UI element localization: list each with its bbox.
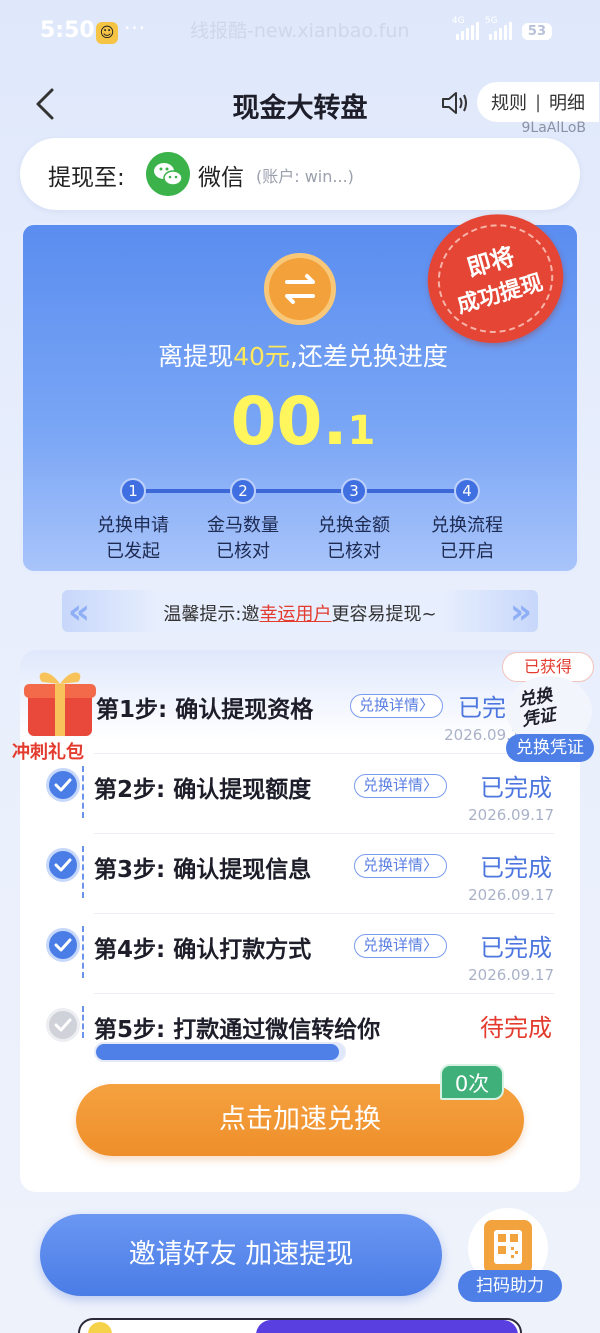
signal-5g-icon: 5G [485, 16, 512, 40]
check-icon [46, 928, 80, 962]
step5-progress-bar [94, 1042, 346, 1062]
check-icon [46, 848, 80, 882]
pending-check-icon [46, 1008, 80, 1042]
invite-friends-button[interactable]: 邀请好友 加速提现 [40, 1214, 442, 1296]
progress-value-main: 00. [230, 383, 348, 460]
exchange-icon [264, 253, 336, 325]
step-track [133, 489, 473, 493]
step-row-5-title: 第5步: 打款通过微信转给你 [94, 1017, 381, 1043]
withdraw-method: 微信 [198, 165, 244, 191]
rules-details-pill: 规则 | 明细 [477, 82, 599, 122]
step-row-4-date: 2026.09.17 [468, 966, 554, 984]
step-label-4-line2: 已开启 [440, 541, 494, 562]
sound-icon[interactable] [440, 88, 470, 118]
voucher-stamp-text: 兑换 凭证 [517, 685, 557, 730]
step-row-3-date: 2026.09.17 [468, 886, 554, 904]
scan-help-label[interactable]: 扫码助力 [458, 1270, 562, 1302]
tip-highlight-link[interactable]: 幸运用户 [259, 604, 331, 625]
step-label-2-line2: 已核对 [216, 541, 270, 562]
wechat-icon [146, 152, 190, 196]
signal-5g-label: 5G [484, 16, 498, 26]
step-row-4-detail-button[interactable]: 兑换详情〉 [354, 934, 448, 958]
step-label-3-line1: 兑换金额 [318, 515, 390, 536]
tip-banner: « » 温馨提示:邀幸运用户更容易提现~ [62, 590, 538, 632]
step-dot-4: 4 [454, 478, 480, 504]
step-row-4-status: 已完成 [480, 934, 552, 962]
step-dot-3: 3 [341, 478, 367, 504]
step-label-3: 兑换金额 已核对 [299, 513, 409, 565]
tip-prefix: 温馨提示:邀 [163, 604, 260, 625]
step-row-2-date: 2026.09.17 [468, 806, 554, 824]
step-label-1: 兑换申请 已发起 [78, 513, 188, 565]
pill-separator: | [534, 91, 542, 113]
battery-icon: 53 [521, 23, 552, 40]
step-row-4: 第4步: 确认打款方式 兑换详情〉 已完成 2026.09.17 [20, 914, 580, 994]
qr-code-icon [484, 1220, 532, 1274]
step-row-5: 第5步: 打款通过微信转给你 待完成 [20, 994, 580, 1074]
step-label-2-line1: 金马数量 [207, 515, 279, 536]
step-row-3-title: 第3步: 确认提现信息 [94, 857, 312, 883]
rules-link[interactable]: 规则 [491, 89, 527, 115]
step-row-1-title: 第1步: 确认提现资格 [96, 697, 314, 723]
step-row-2: 第2步: 确认提现额度 兑换详情〉 已完成 2026.09.17 [20, 754, 580, 834]
step-label-3-line2: 已核对 [327, 541, 381, 562]
step-row-2-status: 已完成 [480, 774, 552, 802]
withdraw-amount: 40元 [233, 342, 290, 371]
step-dot-1: 1 [120, 478, 146, 504]
step-row-5-status: 待完成 [480, 1014, 552, 1042]
user-id: 9LaAlLoB [521, 120, 586, 136]
gift-label: 冲刺礼包 [12, 742, 84, 763]
tip-text: 温馨提示:邀幸运用户更容易提现~ [62, 600, 538, 626]
step-label-1-line2: 已发起 [106, 541, 160, 562]
signal-4g-icon: 4G [452, 16, 479, 40]
signal-group: 4G 5G 53 [452, 16, 552, 40]
headline-prefix: 离提现 [158, 342, 234, 371]
step-row-2-detail-button[interactable]: 兑换详情〉 [354, 774, 448, 798]
signal-4g-label: 4G [451, 16, 465, 26]
step-row-4-title: 第4步: 确认打款方式 [94, 937, 312, 963]
step-row-3: 第3步: 确认提现信息 兑换详情〉 已完成 2026.09.17 [20, 834, 580, 914]
step-label-4: 兑换流程 已开启 [412, 513, 522, 565]
details-link[interactable]: 明细 [549, 89, 585, 115]
step-row-2-title: 第2步: 确认提现额度 [94, 777, 312, 803]
step-label-1-line1: 兑换申请 [97, 515, 169, 536]
progress-value-decimal: 1 [347, 408, 376, 454]
notification-app-icon: ☺ [96, 22, 118, 44]
step-row-1-detail-button[interactable]: 兑换详情〉 [350, 694, 444, 718]
step-row-3-detail-button[interactable]: 兑换详情〉 [354, 854, 448, 878]
header: 现金大转盘 规则 | 明细 [0, 78, 600, 130]
status-time: 5:50 [40, 18, 95, 43]
watermark-text: 线报酷-new.xianbao.fun [190, 20, 410, 42]
bottom-banner [78, 1318, 522, 1333]
step-dot-2: 2 [230, 478, 256, 504]
status-bar: 5:50 ☺ ··· 线报酷-new.xianbao.fun 4G 5G 53 [0, 0, 600, 64]
gift-box-icon[interactable] [18, 664, 102, 738]
step-row-1: 第1步: 确认提现资格 兑换详情〉 已完成 2026.09.17 [20, 674, 580, 754]
remaining-count-badge: 0次 [440, 1064, 504, 1100]
voucher-badge[interactable]: 兑换凭证 [506, 734, 594, 762]
step-row-3-status: 已完成 [480, 854, 552, 882]
step-label-4-line1: 兑换流程 [431, 515, 503, 536]
progress-value: 00.1 [23, 383, 577, 460]
step-label-2: 金马数量 已核对 [188, 513, 298, 565]
tip-suffix: 更容易提现~ [331, 604, 437, 625]
withdraw-target-card[interactable]: 提现至: 微信 (账户: win...) [20, 138, 580, 210]
withdraw-label: 提现至: [48, 165, 125, 191]
smiley-icon [88, 1322, 112, 1333]
check-icon [46, 768, 80, 802]
headline-suffix: ,还差兑换进度 [289, 342, 448, 371]
steps-card: 第1步: 确认提现资格 兑换详情〉 已完成 2026.09.17 第2步: 确认… [20, 650, 580, 1192]
account-text: (账户: win...) [256, 167, 354, 186]
step5-progress-fill [96, 1044, 340, 1060]
more-notifications-icon: ··· [124, 16, 147, 40]
